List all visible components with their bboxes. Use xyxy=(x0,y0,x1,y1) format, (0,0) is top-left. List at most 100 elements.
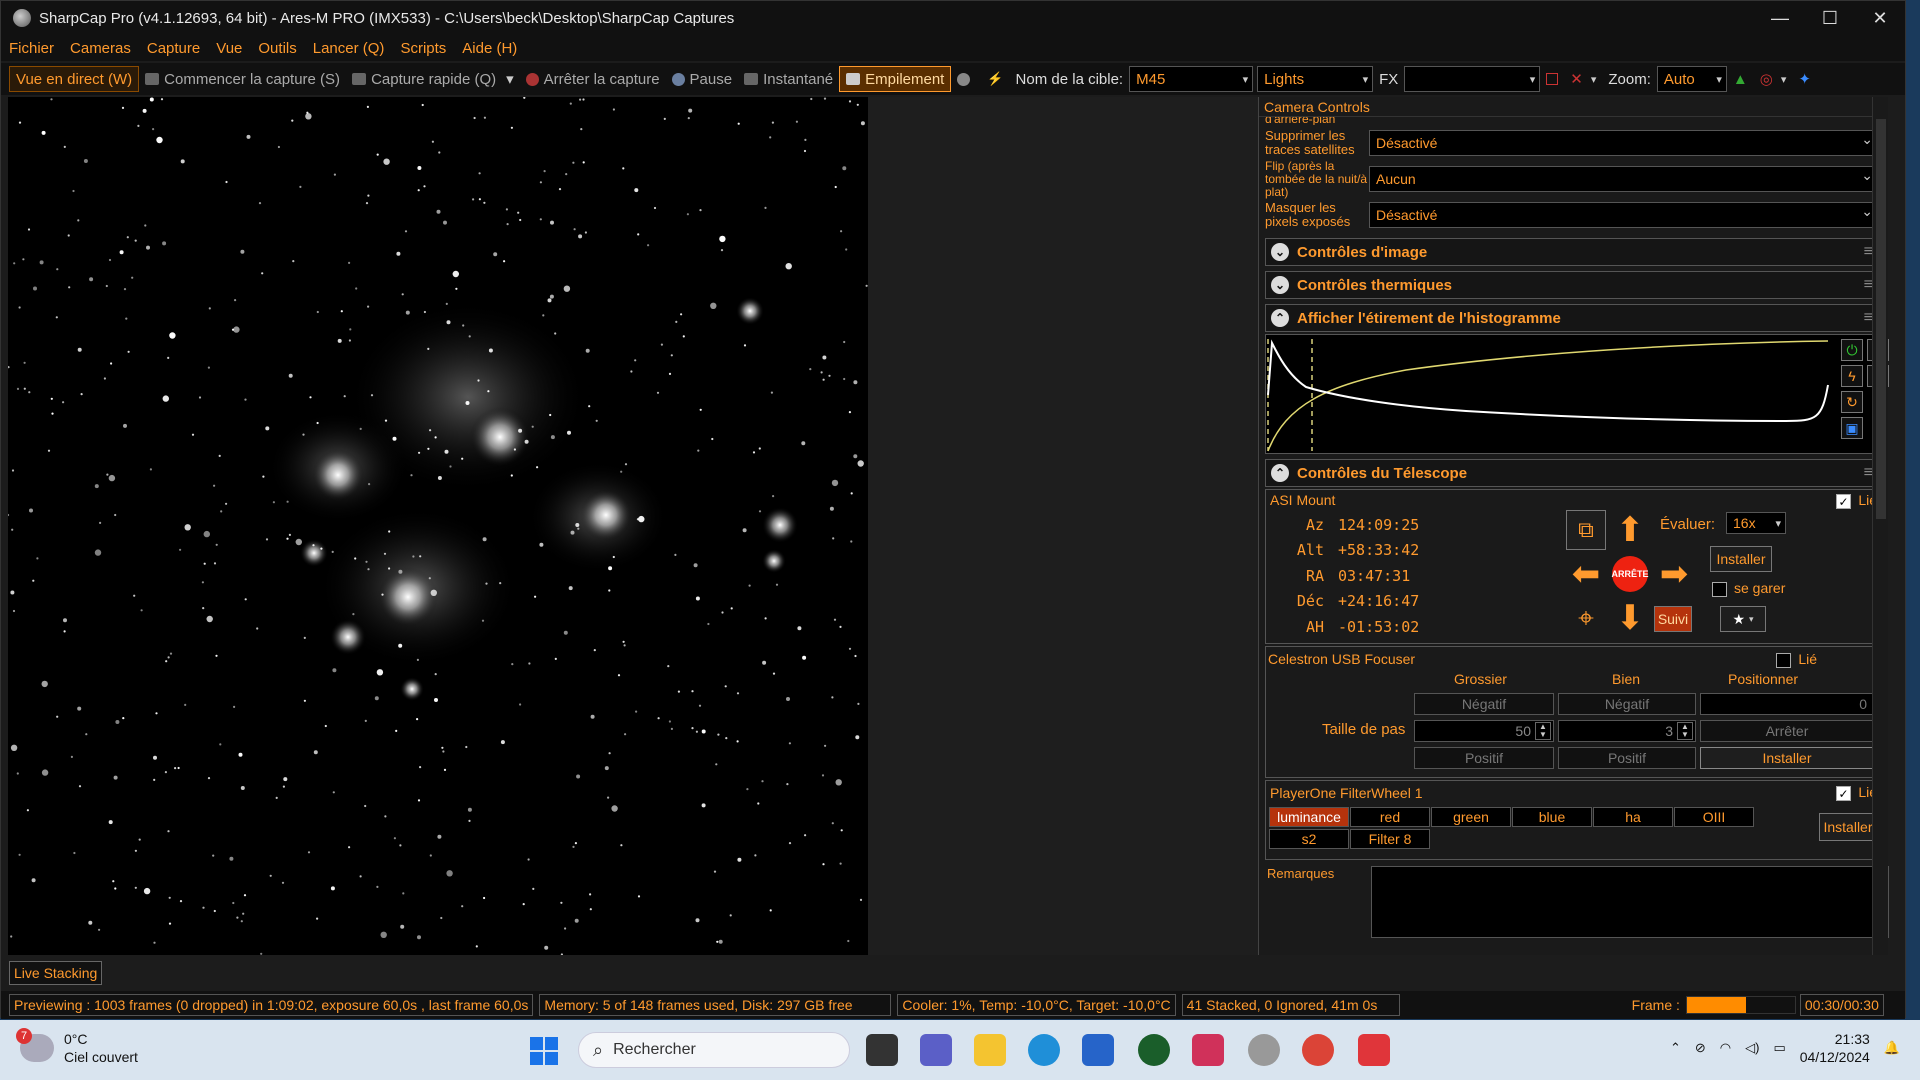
clock[interactable]: 21:33 04/12/2024 xyxy=(1800,1030,1870,1066)
histogram-stretch[interactable]: ⏻ ◐ ϟ 🔒 ↻ ▣ xyxy=(1265,334,1889,454)
menu-view[interactable]: Vue xyxy=(208,40,250,57)
menu-capture[interactable]: Capture xyxy=(139,40,208,57)
edge-icon[interactable] xyxy=(1028,1034,1060,1066)
focuser-stop-button[interactable]: Arrêter xyxy=(1700,720,1874,742)
filter-red-button[interactable]: red xyxy=(1350,807,1430,827)
filter-wheel-install-button[interactable]: Installer xyxy=(1819,813,1877,841)
start-capture-button[interactable]: Commencer la capture (S) xyxy=(139,66,346,92)
filter-s2-button[interactable]: s2 xyxy=(1269,829,1349,849)
tools-button[interactable]: ✦ xyxy=(1792,66,1817,92)
menu-scripts[interactable]: Scripts xyxy=(392,40,454,57)
spiral-search-icon[interactable]: ⧉ xyxy=(1566,510,1606,550)
filter-ha-button[interactable]: ha xyxy=(1593,807,1673,827)
menu-file[interactable]: Fichier xyxy=(1,40,62,57)
park-checkbox[interactable] xyxy=(1712,582,1727,597)
image-preview[interactable] xyxy=(8,97,868,955)
moon-button[interactable] xyxy=(951,66,981,92)
task-view-icon[interactable] xyxy=(866,1034,898,1066)
select-area-button[interactable] xyxy=(1540,66,1564,92)
volume-icon[interactable]: ◁) xyxy=(1745,1040,1759,1056)
image-controls-section[interactable]: ⌄ Contrôles d'image ≡ xyxy=(1265,238,1882,266)
file-explorer-icon[interactable] xyxy=(974,1034,1006,1066)
teams-icon[interactable] xyxy=(920,1034,952,1066)
position-field[interactable]: 0 xyxy=(1700,693,1874,715)
fine-positive-button[interactable]: Positif xyxy=(1558,747,1696,769)
coarse-positive-button[interactable]: Positif xyxy=(1414,747,1554,769)
menu-help[interactable]: Aide (H) xyxy=(454,40,525,57)
stop-capture-button[interactable]: Arrêter la capture xyxy=(520,66,666,92)
target-name-select[interactable]: M45 xyxy=(1129,66,1254,92)
dark-frame-button[interactable]: ⚡ xyxy=(981,66,1009,92)
search-box[interactable]: ⌕ Rechercher xyxy=(578,1032,850,1068)
filter-green-button[interactable]: green xyxy=(1431,807,1511,827)
power-icon[interactable]: ⏻ xyxy=(1841,339,1863,361)
filter-wheel-linked-checkbox[interactable]: ✓ xyxy=(1836,786,1851,801)
network-off-icon[interactable]: ⊘ xyxy=(1695,1040,1706,1056)
filter-blue-button[interactable]: blue xyxy=(1512,807,1592,827)
chrome-icon[interactable] xyxy=(1302,1034,1334,1066)
save-icon[interactable]: ▣ xyxy=(1841,417,1863,439)
start-button[interactable] xyxy=(530,1037,558,1065)
pause-button[interactable]: Pause xyxy=(666,66,739,92)
mount-install-button[interactable]: Installer xyxy=(1710,546,1772,572)
panel-scrollbar[interactable] xyxy=(1872,97,1888,955)
stepper-arrows-icon[interactable]: ▲ ▼ xyxy=(1677,722,1693,740)
maximize-button[interactable]: ☐ xyxy=(1805,1,1855,35)
close-button[interactable]: ✕ xyxy=(1855,1,1905,35)
stop-slew-button[interactable]: ARRÊTE xyxy=(1612,556,1649,592)
fine-step-field[interactable]: 3 ▲ ▼ xyxy=(1558,720,1696,742)
fine-negative-button[interactable]: Négatif xyxy=(1558,693,1696,715)
lightning-icon[interactable]: ϟ xyxy=(1841,365,1863,387)
crosshair-button[interactable]: ✕ ▾ xyxy=(1564,66,1602,92)
menu-tools[interactable]: Outils xyxy=(250,40,304,57)
minimize-button[interactable]: — xyxy=(1755,1,1805,35)
chevron-up-icon[interactable]: ⌃ xyxy=(1670,1040,1681,1056)
app-icon[interactable] xyxy=(1192,1034,1224,1066)
filter-luminance-button[interactable]: luminance xyxy=(1269,807,1349,827)
mount-linked-checkbox[interactable]: ✓ xyxy=(1836,494,1851,509)
star-select-button[interactable]: ★ ▾ xyxy=(1720,606,1766,632)
menu-cameras[interactable]: Cameras xyxy=(62,40,139,57)
fx-select[interactable] xyxy=(1404,66,1541,92)
reticle-button[interactable]: ◎ ▾ xyxy=(1754,66,1793,92)
stepper-arrows-icon[interactable]: ▲ ▼ xyxy=(1535,722,1551,740)
anydesk-icon[interactable] xyxy=(1358,1034,1390,1066)
weather-widget[interactable]: 7 0°C Ciel couvert xyxy=(16,1028,138,1066)
arrow-right-icon[interactable]: ➡ xyxy=(1654,554,1694,594)
histogram-section[interactable]: ⌃ Afficher l'étirement de l'histogramme … xyxy=(1265,304,1882,332)
rate-select[interactable]: 16x xyxy=(1726,512,1786,534)
coarse-negative-button[interactable]: Négatif xyxy=(1414,693,1554,715)
quick-capture-button[interactable]: Capture rapide (Q) ▾ xyxy=(346,66,520,92)
thermal-controls-section[interactable]: ⌄ Contrôles thermiques ≡ xyxy=(1265,271,1882,299)
sharpcap-taskbar-icon[interactable] xyxy=(1248,1034,1280,1066)
chevron-down-icon[interactable]: ▾ xyxy=(506,70,514,88)
tracking-button[interactable]: Suivi xyxy=(1654,606,1692,632)
battery-icon[interactable]: ▭ xyxy=(1773,1040,1785,1056)
live-stacking-tab[interactable]: Live Stacking xyxy=(9,961,103,985)
live-view-button[interactable]: Vue en direct (W) xyxy=(9,66,140,92)
histogram-button[interactable]: ▲ xyxy=(1727,66,1754,92)
target-crosshair-icon[interactable]: ⌖ xyxy=(1566,598,1606,638)
flip-select[interactable]: Aucun xyxy=(1369,166,1882,192)
frame-type-select[interactable]: Lights xyxy=(1257,66,1374,92)
focuser-linked-checkbox[interactable] xyxy=(1776,653,1791,668)
zoom-select[interactable]: Auto xyxy=(1656,66,1727,92)
notification-bell-icon[interactable]: 🔔 xyxy=(1884,1040,1900,1056)
phd2-icon[interactable] xyxy=(1138,1034,1170,1066)
filter-8-button[interactable]: Filter 8 xyxy=(1350,829,1430,849)
snapshot-button[interactable]: Instantané xyxy=(738,66,839,92)
arrow-down-icon[interactable]: ⬇ xyxy=(1610,598,1650,638)
focuser-install-button[interactable]: Installer xyxy=(1700,747,1874,769)
menu-launch[interactable]: Lancer (Q) xyxy=(305,40,393,57)
notes-textarea[interactable] xyxy=(1371,866,1889,938)
wifi-icon[interactable]: ◠ xyxy=(1720,1040,1731,1056)
arrow-up-icon[interactable]: ⬆ xyxy=(1610,510,1650,550)
coarse-step-field[interactable]: 50 ▲ ▼ xyxy=(1414,720,1554,742)
mask-pixels-select[interactable]: Désactivé xyxy=(1369,202,1882,228)
store-icon[interactable] xyxy=(1082,1034,1114,1066)
satellite-trails-select[interactable]: Désactivé xyxy=(1369,130,1882,156)
arrow-left-icon[interactable]: ⬅ xyxy=(1566,554,1606,594)
scrollbar-thumb[interactable] xyxy=(1876,119,1886,519)
reset-icon[interactable]: ↻ xyxy=(1841,391,1863,413)
telescope-section[interactable]: ⌃ Contrôles du Télescope ≡ xyxy=(1265,459,1882,487)
